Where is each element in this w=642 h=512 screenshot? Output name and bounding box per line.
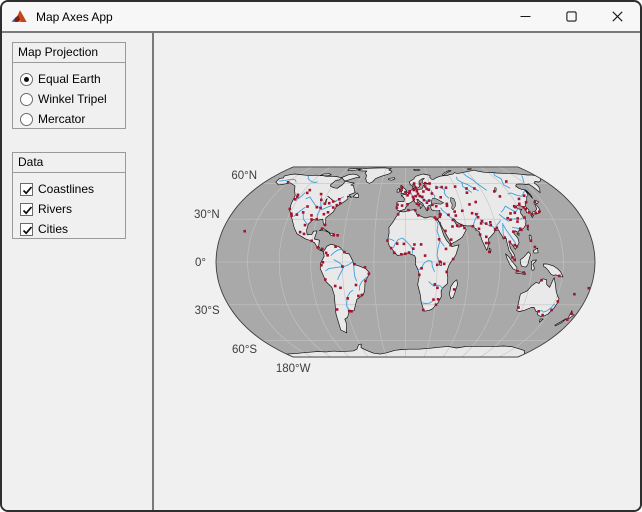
minimize-button[interactable] (502, 2, 548, 31)
titlebar[interactable]: Map Axes App (2, 2, 640, 31)
app-canvas: Map Projection Equal Earth Winkel Tripel… (2, 33, 640, 510)
tick-label-lon: 180°W (276, 363, 311, 375)
close-button[interactable] (594, 2, 640, 31)
tick-label-lat: 30°S (195, 305, 220, 317)
window-controls (502, 2, 640, 31)
map-canvas[interactable]: 60°N 30°N 0° 30°S 60°S 180°W (2, 33, 642, 512)
map-axes[interactable]: 60°N 30°N 0° 30°S 60°S 180°W (2, 33, 640, 510)
tick-label-lat: 0° (195, 257, 206, 269)
maximize-button[interactable] (548, 2, 594, 31)
maximize-icon (566, 11, 577, 22)
tick-label-lat: 60°N (231, 170, 257, 182)
matlab-logo-icon (11, 9, 28, 25)
minimize-icon (520, 11, 531, 22)
close-icon (612, 11, 623, 22)
app-window: Map Axes App Map Projection Equal Earth (0, 0, 642, 512)
window-title: Map Axes App (36, 10, 113, 24)
tick-label-lat: 60°S (232, 344, 257, 356)
tick-label-lat: 30°N (194, 209, 220, 221)
